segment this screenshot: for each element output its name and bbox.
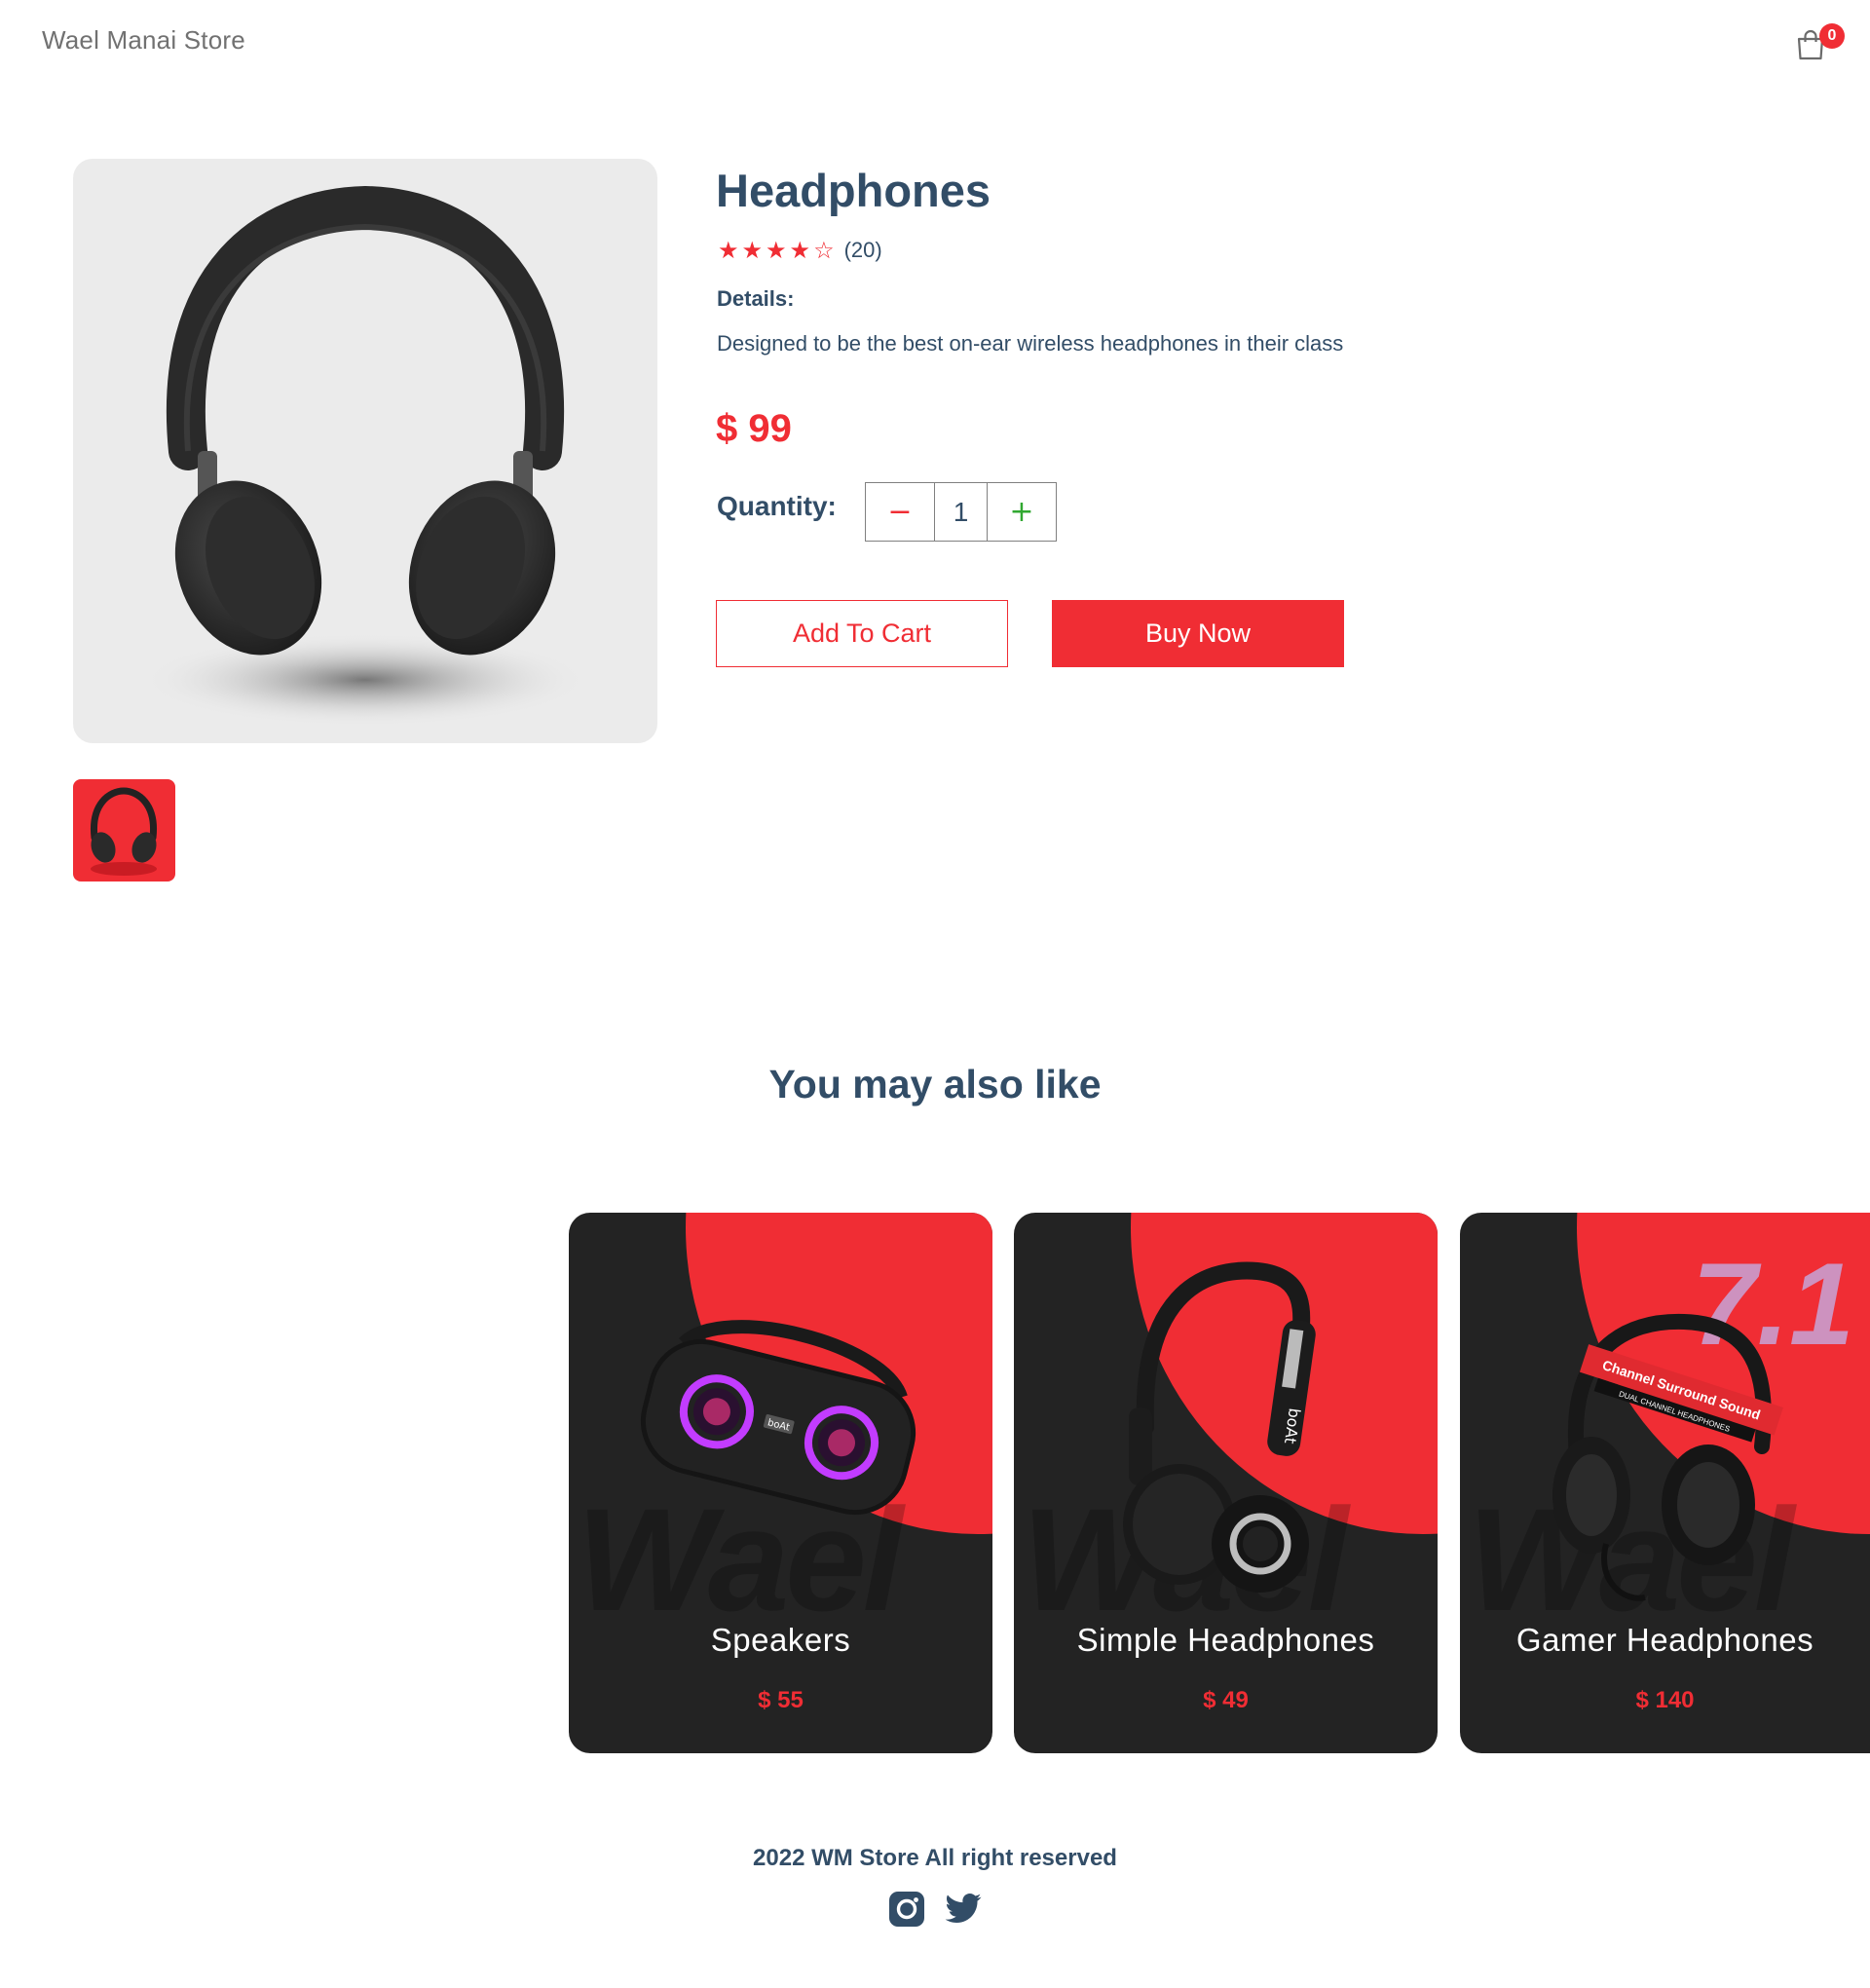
instagram-icon[interactable] [887,1890,926,1929]
cart-button[interactable]: 0 [1792,23,1845,66]
star-filled-icon: ★ [766,237,787,264]
quantity-label: Quantity: [717,491,837,521]
buy-now-button[interactable]: Buy Now [1052,600,1344,667]
product-main-image [73,159,657,743]
star-filled-icon: ★ [718,237,739,264]
card-product-name: Speakers [710,1622,851,1658]
twitter-icon[interactable] [944,1890,983,1929]
product-reviews: ★ ★ ★ ★ ☆ (20) [718,238,882,263]
related-product-card[interactable]: Wael boAt Speakers $ 55 [569,1213,992,1753]
star-filled-icon: ★ [789,237,811,264]
quantity-value: 1 [935,483,988,541]
card-product-price: $ 55 [758,1687,804,1713]
svg-text:7.1: 7.1 [1692,1239,1854,1369]
star-filled-icon: ★ [741,237,764,264]
related-product-card[interactable]: Wael boAt Simple Headphones $ 49 [1014,1213,1438,1753]
rating-stars: ★ ★ ★ ★ ☆ [718,239,835,262]
quantity-decrease-button[interactable]: − [866,483,935,541]
review-count: (20) [843,238,882,262]
card-product-name: Simple Headphones [1076,1622,1375,1658]
speaker-icon: boAt [640,1320,916,1516]
navbar: Wael Manai Store 0 [0,0,1870,88]
related-products-heading: You may also like [768,1062,1102,1107]
headphones-icon: boAt [1123,1261,1316,1593]
details-heading: Details: [717,286,795,311]
card-product-price: $ 49 [1203,1687,1249,1713]
quantity-stepper: − 1 + [865,482,1057,542]
add-to-cart-button[interactable]: Add To Cart [716,600,1008,667]
headphones-image [141,185,589,727]
product-title: Headphones [716,165,991,216]
quantity-increase-button[interactable]: + [988,483,1056,541]
gaming-headset-icon: 7.1 Channel Surround Sound DUAL CHANNEL … [1552,1239,1854,1601]
details-text: Designed to be the best on-ear wireless … [717,331,1344,356]
product-price: $ 99 [716,407,792,450]
card-product-name: Gamer Headphones [1515,1622,1814,1658]
related-product-card[interactable]: Wael 7.1 Channel Surround Sound DUAL CHA… [1460,1213,1870,1753]
footer-copyright: 2022 WM Store All right reserved [753,1845,1117,1871]
store-logo[interactable]: Wael Manai Store [42,25,245,56]
card-product-price: $ 140 [1635,1687,1695,1713]
headphones-thumbnail-image [91,787,157,876]
product-thumbnail[interactable] [73,779,175,881]
cart-count-badge: 0 [1819,23,1845,49]
star-outline-icon: ☆ [813,237,835,264]
